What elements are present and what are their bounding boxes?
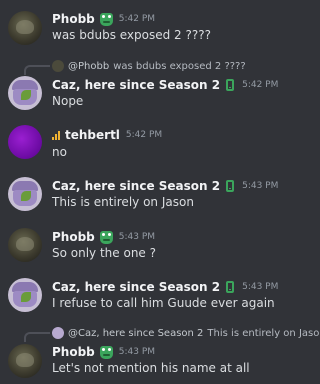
reply-connector: [24, 332, 50, 342]
message-text: So only the one ?: [52, 246, 156, 260]
mobile-phone-icon: [226, 180, 235, 192]
username[interactable]: Phobb: [52, 230, 95, 244]
username[interactable]: Caz, here since Season 2: [52, 78, 220, 92]
avatar[interactable]: [8, 76, 42, 110]
message-header: tehbertl 5:42 PM: [52, 128, 162, 142]
message-item: Caz, here since Season 2 5:43 PM I refus…: [0, 276, 319, 316]
message-text: This is entirely on Jason: [52, 195, 194, 209]
timestamp: 5:42 PM: [118, 14, 156, 24]
mobile-phone-icon: [226, 281, 235, 293]
username[interactable]: tehbertl: [65, 128, 120, 142]
message-text: I refuse to call him Guude ever again: [52, 296, 275, 310]
message-item: @Phobb was bdubs exposed 2 ???? Caz, her…: [0, 58, 319, 114]
frog-icon: [99, 345, 113, 359]
reply-preview[interactable]: @Caz, here since Season 2 This is entire…: [52, 326, 320, 340]
avatar[interactable]: [8, 177, 42, 211]
message-text: Let's not mention his name at all: [52, 361, 250, 375]
message-header: Phobb 5:43 PM: [52, 345, 155, 359]
reply-author[interactable]: @Caz, here since Season 2: [68, 328, 203, 339]
frog-icon: [99, 12, 113, 26]
username[interactable]: Caz, here since Season 2: [52, 280, 220, 294]
timestamp: 5:43 PM: [118, 347, 156, 357]
timestamp: 5:42 PM: [125, 130, 163, 140]
timestamp: 5:43 PM: [118, 232, 156, 242]
message-text: was bdubs exposed 2 ????: [52, 28, 211, 42]
mobile-phone-icon: [226, 79, 235, 91]
avatar[interactable]: [8, 228, 42, 262]
message-header: Phobb 5:42 PM: [52, 12, 155, 26]
avatar: [52, 327, 64, 339]
username[interactable]: Phobb: [52, 345, 95, 359]
reply-connector: [24, 65, 50, 75]
avatar: [52, 60, 64, 72]
avatar[interactable]: [8, 344, 42, 378]
chat-message-list: Phobb 5:42 PM was bdubs exposed 2 ???? @…: [0, 0, 320, 384]
avatar[interactable]: [8, 125, 42, 159]
message-item: Phobb 5:43 PM So only the one ?: [0, 226, 319, 266]
timestamp: 5:42 PM: [242, 80, 279, 90]
timestamp: 5:43 PM: [242, 181, 279, 191]
signal-bars-icon: [52, 130, 60, 140]
message-header: Caz, here since Season 2 5:43 PM: [52, 280, 278, 294]
message-header: Caz, here since Season 2 5:43 PM: [52, 179, 278, 193]
avatar[interactable]: [8, 278, 42, 312]
message-text: no: [52, 145, 67, 159]
reply-text: This is entirely on Jason: [207, 327, 320, 339]
message-header: Caz, here since Season 2 5:42 PM: [52, 78, 278, 92]
message-header: Phobb 5:43 PM: [52, 230, 155, 244]
frog-icon: [99, 230, 113, 244]
reply-author[interactable]: @Phobb: [68, 61, 109, 72]
username[interactable]: Phobb: [52, 12, 95, 26]
timestamp: 5:43 PM: [242, 282, 279, 292]
reply-text: was bdubs exposed 2 ????: [113, 60, 246, 72]
message-item: @Caz, here since Season 2 This is entire…: [0, 326, 320, 382]
reply-preview[interactable]: @Phobb was bdubs exposed 2 ????: [52, 59, 246, 73]
message-item: Phobb 5:42 PM was bdubs exposed 2 ????: [0, 6, 319, 46]
username[interactable]: Caz, here since Season 2: [52, 179, 220, 193]
message-item: tehbertl 5:42 PM no: [0, 122, 319, 162]
message-text: Nope: [52, 94, 84, 108]
message-item: Caz, here since Season 2 5:43 PM This is…: [0, 175, 319, 215]
avatar[interactable]: [8, 11, 42, 45]
